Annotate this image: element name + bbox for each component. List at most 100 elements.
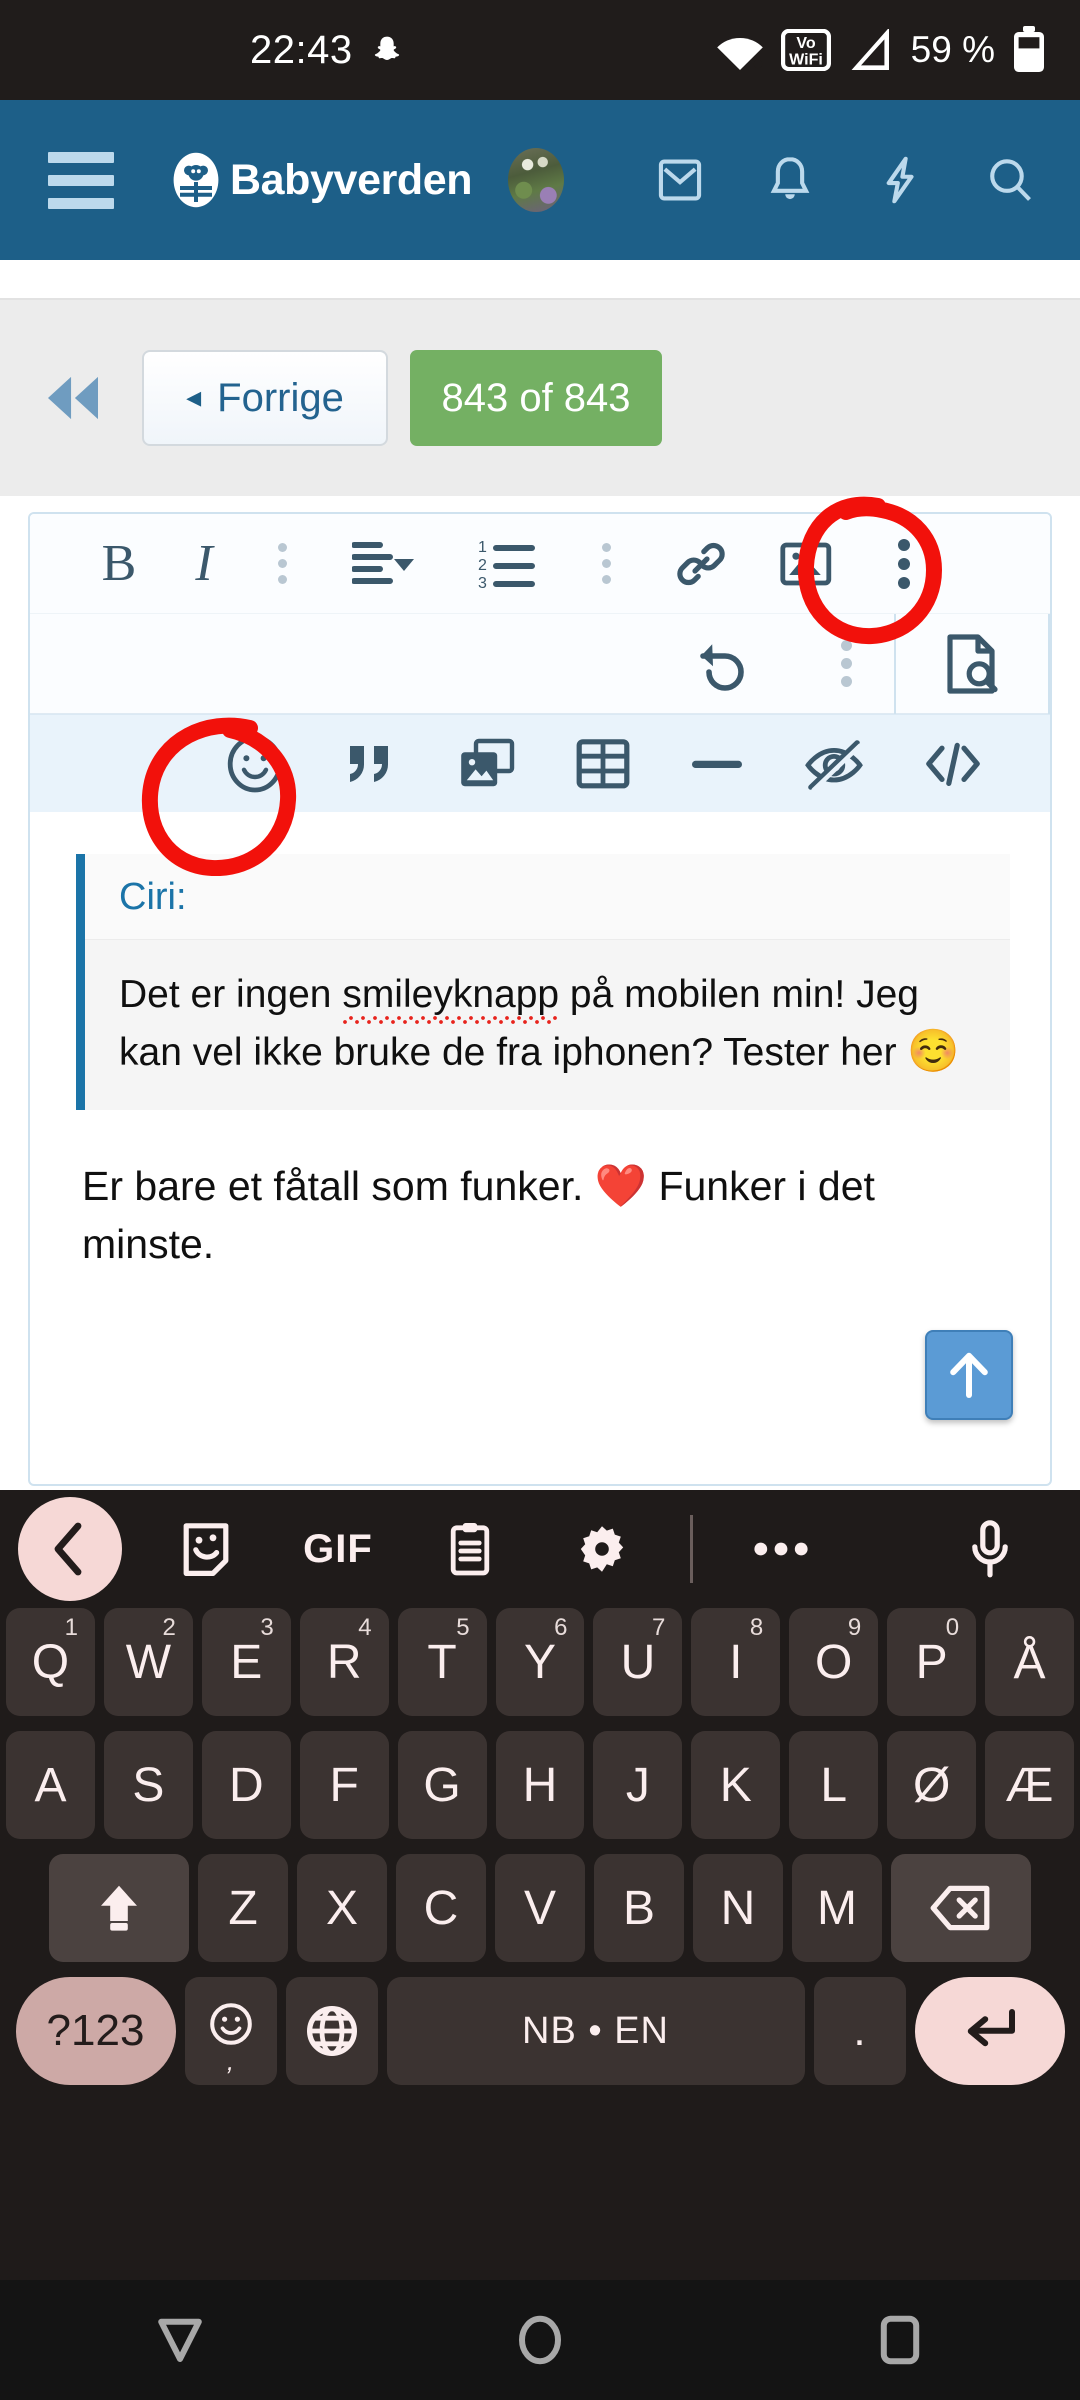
key-Z[interactable]: Z [198,1854,288,1962]
toolbar-divider-dots-3[interactable] [798,640,894,687]
page-count-badge[interactable]: 843 of 843 [410,350,662,446]
sticker-icon[interactable] [140,1521,272,1577]
spacebar-key[interactable]: NB • EN [386,1977,805,2085]
key-number-hint: 8 [749,1614,764,1641]
more-dots-icon[interactable] [715,1539,847,1559]
period-key[interactable]: . [813,1977,906,2085]
brand-logo-group[interactable]: Babyverden [172,152,473,208]
key-M[interactable]: M [792,1854,882,1962]
insert-table-button[interactable] [576,737,630,791]
enter-key[interactable] [914,1977,1065,2085]
first-page-double-arrow-icon[interactable] [42,373,104,423]
babyverden-logo-icon [173,152,219,208]
keyboard-row-3-letters: ZXCVBNM [198,1854,882,1962]
key-Å[interactable]: Å [985,1608,1074,1716]
code-button[interactable] [924,739,982,789]
scroll-to-top-button[interactable] [925,1330,1013,1420]
backspace-key[interactable] [891,1854,1031,1962]
key-S[interactable]: S [103,1731,193,1839]
post-body-text[interactable]: Er bare et fåtall som funker. ❤️ Funker … [82,1156,998,1274]
quote-button[interactable] [344,738,398,790]
scroll-to-top-arrow-icon [950,1352,988,1398]
android-recents-square-icon[interactable] [840,2280,960,2400]
bold-button[interactable]: B [76,534,162,593]
key-H[interactable]: H [495,1731,585,1839]
key-number-hint: 7 [652,1614,666,1641]
previous-page-button[interactable]: ◂ Forrige [142,350,388,446]
key-R[interactable]: R4 [299,1608,389,1716]
mail-icon[interactable] [654,154,706,206]
key-B[interactable]: B [594,1854,684,1962]
media-gallery-button[interactable] [458,737,516,791]
keyboard-rows: Q1W2E3R4T5Y6U7I8O9P0Å ASDFGHJKLØÆ ZXCVBN… [0,1608,1080,2085]
key-D[interactable]: D [201,1731,291,1839]
key-T[interactable]: T5 [397,1608,487,1716]
toolbar-divider-dots-2[interactable] [566,543,646,584]
undo-button[interactable] [642,635,798,693]
android-back-triangle-icon[interactable] [120,2280,240,2400]
overflow-menu-button[interactable] [856,538,952,589]
align-left-dropdown-button[interactable] [318,539,448,589]
settings-gear-icon[interactable] [536,1523,668,1575]
insert-image-button[interactable] [756,541,856,587]
svg-text:WiFi: WiFi [789,50,823,68]
battery-icon [1014,26,1044,72]
key-number-hint: 2 [162,1614,176,1641]
key-Q[interactable]: Q1 [6,1608,95,1716]
prev-caret-icon: ◂ [186,381,202,414]
search-icon[interactable] [984,154,1036,206]
key-Æ[interactable]: Æ [985,1731,1074,1839]
android-home-circle-icon[interactable] [480,2280,600,2400]
key-I[interactable]: I8 [691,1608,781,1716]
emoji-smiley-icon [209,2003,252,2045]
key-O[interactable]: O9 [789,1608,879,1716]
spoiler-hide-button[interactable] [804,738,864,790]
key-U[interactable]: U7 [593,1608,683,1716]
clipboard-icon[interactable] [404,1521,536,1577]
bell-icon[interactable] [764,154,816,206]
key-G[interactable]: G [397,1731,487,1839]
toolbar-divider [690,1515,693,1583]
key-number-hint: 0 [945,1614,960,1641]
preview-document-button[interactable] [894,613,1050,714]
microphone-icon[interactable] [924,1520,1056,1578]
key-number-hint: 4 [358,1614,372,1641]
key-number-hint: 5 [456,1614,470,1641]
emoji-key[interactable]: , [184,1977,277,2085]
toolbar-divider-dots-1[interactable] [246,543,318,584]
italic-button[interactable]: I [162,534,246,593]
key-A[interactable]: A [6,1731,95,1839]
key-Ø[interactable]: Ø [887,1731,977,1839]
lightning-icon[interactable] [874,154,926,206]
horizontal-rule-button[interactable] [690,754,744,774]
user-avatar[interactable] [508,148,565,212]
key-E[interactable]: E3 [201,1608,291,1716]
key-N[interactable]: N [693,1854,783,1962]
shift-key[interactable] [49,1854,189,1962]
language-globe-key[interactable] [285,1977,378,2085]
quote-text-before: Det er ingen [119,973,343,1016]
key-C[interactable]: C [396,1854,486,1962]
insert-link-button[interactable] [646,536,756,592]
cellular-signal-icon [851,29,889,70]
key-X[interactable]: X [297,1854,387,1962]
key-V[interactable]: V [495,1854,585,1962]
emoji-smiley-button[interactable] [226,735,284,793]
key-F[interactable]: F [299,1731,389,1839]
gif-label[interactable]: GIF [272,1527,404,1572]
editor-toolbar-row-3 [30,714,1050,812]
key-W[interactable]: W2 [103,1608,193,1716]
key-number-hint: 1 [64,1614,78,1641]
ordered-list-button[interactable]: 1 2 3 [448,538,566,590]
key-J[interactable]: J [593,1731,683,1839]
pagination-bar: ◂ Forrige 843 of 843 [0,300,1080,496]
key-K[interactable]: K [691,1731,781,1839]
key-L[interactable]: L [789,1731,879,1839]
key-Y[interactable]: Y6 [495,1608,585,1716]
chevron-left-icon[interactable] [18,1497,122,1601]
symbols-key[interactable]: ?123 [15,1977,176,2085]
hamburger-menu-icon[interactable] [48,151,114,209]
keyboard-row-2: ASDFGHJKLØÆ [6,1731,1074,1839]
quote-author: Ciri: [85,854,1010,940]
key-P[interactable]: P0 [887,1608,977,1716]
